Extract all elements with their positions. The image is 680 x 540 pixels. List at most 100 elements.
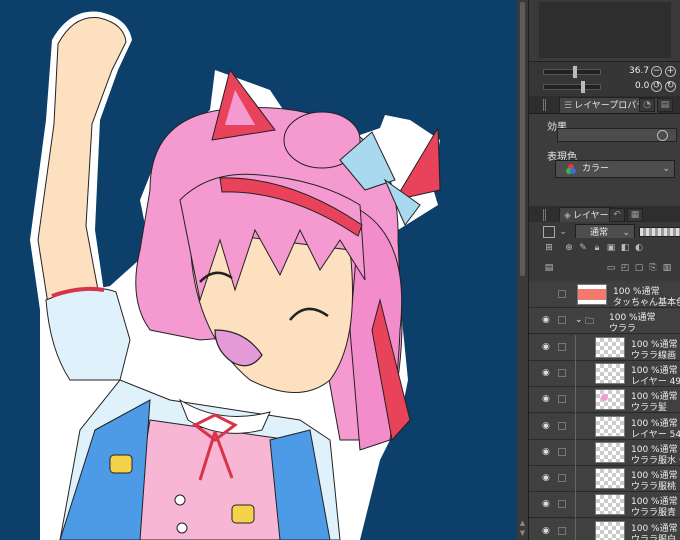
- layer-row[interactable]: ◉ 100 %通常 ウララ髪: [529, 387, 680, 414]
- folder-icon: 🗀︎: [585, 317, 595, 328]
- new-vector-layer-icon[interactable]: ◰: [619, 262, 631, 274]
- layer-row[interactable]: ◉ 100 %通常 レイヤー 49: [529, 360, 680, 387]
- color-palette-icon[interactable]: ◐: [633, 242, 645, 254]
- layer-property-panel: ☰レイヤープロパティ ◔ ▤ 効果 表現色 カラー ⌄: [529, 96, 680, 206]
- layer-name: ウララ線画: [631, 350, 677, 361]
- canvas-illustration: [30, 11, 441, 540]
- layers-icon: ◈: [564, 211, 571, 221]
- layer-color-icon[interactable]: [543, 226, 555, 238]
- effect-border-icon[interactable]: [657, 130, 668, 141]
- layer-lock-toggle[interactable]: [558, 368, 566, 377]
- layer-lock-toggle[interactable]: [558, 316, 566, 325]
- navigator-controls: 36.7 − + 0.0 ↺ ↻: [529, 62, 680, 96]
- lock-transparent-icon[interactable]: ▣: [605, 242, 617, 254]
- layer-lock-toggle[interactable]: [558, 421, 566, 430]
- canvas-vertical-scrollbar[interactable]: ▲ ▼: [517, 0, 528, 540]
- layer-thumbnail: [595, 494, 625, 516]
- layer-thumbnail: [577, 284, 607, 305]
- delete-layer-icon[interactable]: ▥: [661, 262, 673, 274]
- reference-layer-icon[interactable]: ⊕: [563, 242, 575, 254]
- layer-lock-toggle[interactable]: [558, 342, 566, 351]
- expression-color-dropdown[interactable]: カラー ⌄: [555, 160, 675, 178]
- folder-indent-line: [575, 413, 576, 440]
- lock-icon[interactable]: 🔒︎: [591, 242, 603, 254]
- layer-thumbnail: [595, 362, 625, 384]
- layer-thumbnail: [595, 441, 625, 463]
- layer-lock-toggle[interactable]: [558, 447, 566, 456]
- new-folder-icon[interactable]: ▢: [633, 262, 645, 274]
- tab-material-icon[interactable]: ▦: [627, 208, 643, 222]
- layer-row[interactable]: 100 %通常 タッちゃん基本色: [529, 282, 680, 308]
- folder-expand-icon[interactable]: ⌄: [575, 315, 583, 325]
- layer-lock-toggle[interactable]: [558, 526, 566, 535]
- panel-grip-icon[interactable]: [543, 209, 546, 221]
- layer-property-icon: ☰: [564, 101, 573, 111]
- scroll-down-arrow-icon[interactable]: ▼: [519, 530, 526, 537]
- layer-row[interactable]: ◉ 100 %通常 ウララ線画: [529, 334, 680, 361]
- layer-row[interactable]: ◉ 100 %通常 ウララ服白: [529, 518, 680, 540]
- layer-thumbnail: [595, 468, 625, 490]
- layer-name: ウララ服桃: [631, 482, 677, 493]
- layer-row[interactable]: ◉ 100 %通常 レイヤー 54: [529, 413, 680, 440]
- tab-icon-2[interactable]: ◔: [639, 98, 655, 112]
- chevron-down-icon: ⌄: [662, 164, 670, 174]
- clipping-icon[interactable]: ⊞: [543, 242, 555, 254]
- copy-layer-icon[interactable]: ⎘: [647, 262, 659, 274]
- layer-tools-row-2: ▤ ▭ ◰ ▢ ⎘ ▥: [529, 258, 680, 280]
- right-panel: 36.7 − + 0.0 ↺ ↻ ☰レイヤープロパティ ◔ ▤ 効果 表現色 カ…: [528, 0, 680, 540]
- layer-property-tabbar: ☰ レイヤープロパティ ◔ ▤: [529, 96, 680, 114]
- opacity-slider[interactable]: [639, 227, 680, 237]
- tab-icon-3[interactable]: ▤: [657, 98, 673, 112]
- layer-name: レイヤー 49: [631, 376, 680, 387]
- layer-name: ウララ髪: [631, 403, 668, 414]
- draft-layer-icon[interactable]: ✎: [577, 242, 589, 254]
- tab-layer[interactable]: ◈ レイヤー: [559, 207, 614, 223]
- layer-panel: ◈レイヤー ↶ ▦ ⌄ 通常 ⌄ ⊞ ⊕ ✎ 🔒︎ ▣ ◧ ◐ ▤ ▭ ◰ ▢: [529, 206, 680, 540]
- rotate-left-icon[interactable]: ↺: [651, 81, 662, 92]
- drawing-canvas[interactable]: [0, 0, 517, 540]
- zoom-out-icon[interactable]: −: [651, 66, 662, 77]
- layer-thumbnail: [595, 415, 625, 437]
- layer-lock-toggle[interactable]: [558, 395, 566, 404]
- eye-icon[interactable]: ◉: [542, 474, 552, 483]
- chevron-down-icon[interactable]: ⌄: [557, 226, 569, 238]
- layer-row[interactable]: ◉ 100 %通常 ウララ服青: [529, 492, 680, 519]
- eye-icon[interactable]: ◉: [542, 368, 552, 377]
- new-raster-layer-icon[interactable]: ▭: [605, 262, 617, 274]
- zoom-slider[interactable]: [543, 66, 613, 78]
- navigator-preview[interactable]: [539, 2, 671, 58]
- layer-row[interactable]: ◉100 %通常ウララ服水・黄: [529, 439, 680, 466]
- layer-name: タッちゃん基本色: [613, 298, 680, 308]
- rotate-right-icon[interactable]: ↻: [665, 81, 676, 92]
- folder-indent-line: [575, 387, 576, 414]
- scroll-up-arrow-icon[interactable]: ▲: [519, 520, 526, 527]
- folder-indent-line: [575, 466, 576, 493]
- layer-tools-row-1: ⊞ ⊕ ✎ 🔒︎ ▣ ◧ ◐: [529, 238, 680, 260]
- panel-grip-icon[interactable]: [543, 99, 546, 111]
- rotate-slider[interactable]: [543, 81, 613, 93]
- eye-icon[interactable]: ◉: [542, 395, 552, 404]
- eye-icon[interactable]: ◉: [542, 421, 552, 430]
- layer-lock-toggle[interactable]: [558, 500, 566, 509]
- tab-history-icon[interactable]: ↶: [609, 208, 625, 222]
- layer-thumbnail: [595, 520, 625, 540]
- mask-icon[interactable]: ◧: [619, 242, 631, 254]
- eye-icon[interactable]: ◉: [542, 500, 552, 509]
- layer-lock-toggle[interactable]: [558, 474, 566, 483]
- panel-menu-icon[interactable]: ▤: [543, 262, 555, 274]
- scrollbar-thumb[interactable]: [520, 2, 525, 276]
- layer-thumbnail: [595, 389, 625, 411]
- layer-lock-toggle[interactable]: [558, 290, 566, 298]
- eye-icon[interactable]: ◉: [542, 342, 552, 351]
- layer-name: レイヤー 54: [631, 429, 680, 440]
- color-mode-icon: [566, 164, 576, 174]
- zoom-value: 36.7: [629, 66, 650, 76]
- folder-indent-line: [575, 518, 576, 540]
- layer-row[interactable]: ◉ ⌄ 🗀︎ 100 %通常 ウララ: [529, 308, 680, 335]
- folder-indent-line: [575, 334, 576, 361]
- layer-row[interactable]: ◉ 100 %通常 ウララ服桃: [529, 466, 680, 493]
- eye-icon[interactable]: ◉: [542, 316, 552, 325]
- zoom-in-icon[interactable]: +: [665, 66, 676, 77]
- eye-icon[interactable]: ◉: [542, 447, 552, 456]
- eye-icon[interactable]: ◉: [542, 526, 552, 535]
